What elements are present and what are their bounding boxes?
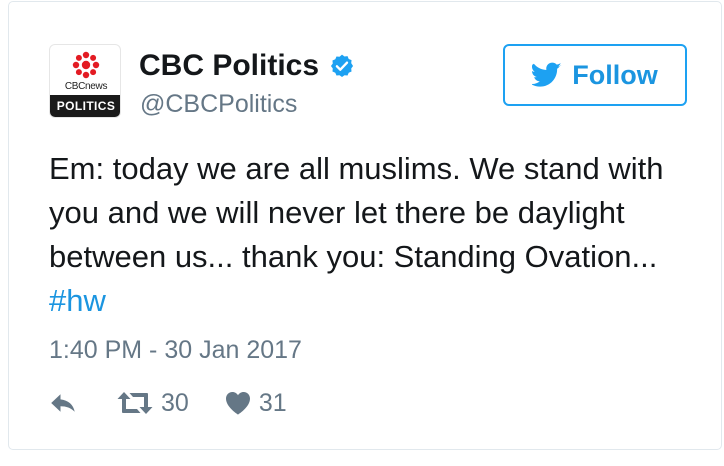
tweet-timestamp[interactable]: 1:40 PM - 30 Jan 2017 [49,336,302,365]
author-name[interactable]: CBC Politics [139,49,319,83]
verified-badge-icon [330,54,354,78]
reply-icon [51,394,75,412]
cbc-gem-icon [72,51,100,79]
avatar[interactable]: CBCnews POLITICS [49,44,121,118]
follow-button[interactable]: Follow [503,44,687,106]
author-name-row[interactable]: CBC Politics [139,49,355,83]
tweet-text: Em: today we are all muslims. We stand w… [49,147,699,323]
retweet-icon [117,392,153,414]
retweet-count: 30 [161,388,189,417]
follow-button-label: Follow [572,59,658,90]
tweet-actions: 30 31 [49,388,287,418]
avatar-brand-text: CBCnews [64,81,108,92]
reply-button[interactable] [49,392,77,414]
retweet-button[interactable]: 30 [117,389,189,418]
heart-icon [225,392,250,415]
like-count: 31 [258,388,287,417]
hashtag-link[interactable]: #hw [49,283,106,318]
author-handle[interactable]: @CBCPolitics [140,90,297,119]
tweet-card: CBCnews POLITICS CBC Politics @CBCPoliti… [8,1,722,450]
like-button[interactable]: 31 [225,389,287,418]
tweet-body: Em: today we are all muslims. We stand w… [49,151,664,274]
twitter-bird-icon [532,62,562,87]
avatar-politics-label: POLITICS [50,95,120,117]
